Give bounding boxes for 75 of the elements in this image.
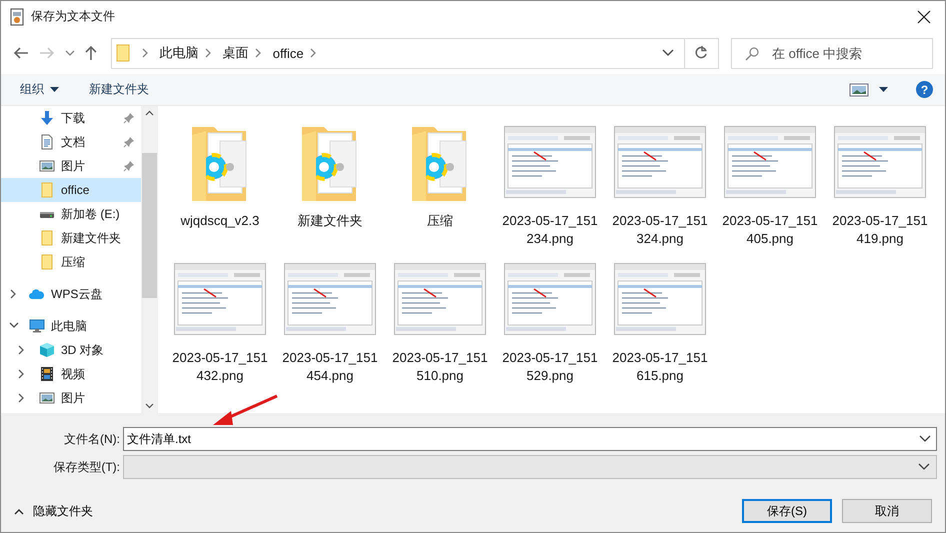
- new-folder-button[interactable]: 新建文件夹: [80, 77, 158, 102]
- navigation-item[interactable]: 文档: [1, 130, 141, 154]
- dropdown-chevron-icon: [918, 463, 930, 471]
- dialog-button[interactable]: 保存(S): [742, 499, 832, 523]
- recent-chevron-icon[interactable]: [64, 49, 75, 57]
- file-item[interactable]: 2023-05-17_151234.png: [495, 118, 605, 255]
- navigation-item[interactable]: 图片: [1, 386, 141, 410]
- folder-icon: [39, 254, 55, 270]
- file-item[interactable]: 2023-05-17_151454.png: [275, 255, 385, 392]
- help-icon[interactable]: ?: [916, 81, 933, 98]
- dropdown-chevron-icon[interactable]: [662, 49, 674, 57]
- up-arrow-icon[interactable]: [82, 45, 99, 61]
- navigation-item[interactable]: 下载: [1, 106, 141, 130]
- filename-field[interactable]: 文件清单.txt: [123, 427, 937, 451]
- file-item[interactable]: 压缩: [385, 118, 495, 255]
- window-title: 保存为文本文件: [31, 8, 116, 25]
- pin-icon[interactable]: [123, 136, 135, 148]
- picture-icon: [39, 390, 55, 406]
- folder-icon: [39, 182, 55, 198]
- caret-icon: [50, 86, 59, 92]
- scroll-up-icon[interactable]: [144, 110, 154, 116]
- navigation-item[interactable]: 图片: [1, 154, 141, 178]
- view-icon[interactable]: [849, 82, 869, 98]
- folder-icon: [116, 44, 130, 62]
- file-item[interactable]: wjqdscq_v2.3: [165, 118, 275, 255]
- monitor-icon: [29, 318, 45, 334]
- file-item[interactable]: 2023-05-17_151510.png: [385, 255, 495, 392]
- chevron-right-icon[interactable]: [308, 48, 317, 58]
- caret-icon[interactable]: [879, 86, 888, 92]
- file-item[interactable]: 2023-05-17_151432.png: [165, 255, 275, 392]
- navigation-item[interactable]: 此电脑: [1, 314, 141, 338]
- document-icon: [39, 134, 55, 150]
- search-field[interactable]: 在 office 中搜索: [730, 38, 933, 68]
- navigation-item[interactable]: office: [1, 178, 141, 202]
- dialog-button[interactable]: 取消: [842, 499, 932, 523]
- download-arrow-icon: [39, 110, 55, 126]
- breadcrumb[interactable]: 桌面: [222, 44, 249, 62]
- navigation-item[interactable]: 新加卷 (E:): [1, 202, 141, 226]
- dropdown-chevron-icon[interactable]: [919, 435, 931, 443]
- search-icon: [744, 46, 759, 60]
- navigation-item[interactable]: 视频: [1, 362, 141, 386]
- scrollbar[interactable]: [141, 106, 157, 413]
- navigation-item[interactable]: WPS云盘: [1, 282, 141, 306]
- chevron-right-icon[interactable]: [140, 48, 149, 58]
- close-icon[interactable]: [917, 10, 931, 24]
- address-bar[interactable]: 此电脑 桌面 office: [110, 38, 719, 68]
- folder-icon: [39, 230, 55, 246]
- file-item[interactable]: 2023-05-17_151324.png: [605, 118, 715, 255]
- pin-icon[interactable]: [123, 112, 135, 124]
- pin-icon[interactable]: [123, 160, 135, 172]
- chevron-right-icon[interactable]: [204, 48, 212, 58]
- file-item[interactable]: 2023-05-17_151405.png: [715, 118, 825, 255]
- field-label: 文件名(N):: [63, 430, 121, 448]
- file-item[interactable]: 新建文件夹: [275, 118, 385, 255]
- refresh-icon: [693, 45, 710, 61]
- notepad-icon: [10, 8, 24, 26]
- back-arrow-icon[interactable]: [13, 45, 29, 61]
- breadcrumb[interactable]: 此电脑: [160, 44, 199, 62]
- navigation-item[interactable]: 新建文件夹: [1, 226, 141, 250]
- navigation-item[interactable]: 压缩: [1, 250, 141, 274]
- navigation-item[interactable]: 3D 对象: [1, 338, 141, 362]
- scroll-down-icon[interactable]: [144, 403, 154, 409]
- chevron-up-icon: [14, 508, 24, 514]
- file-item[interactable]: 2023-05-17_151615.png: [605, 255, 715, 392]
- scrollbar-thumb[interactable]: [142, 153, 156, 298]
- field-label: 保存类型(T):: [52, 458, 121, 476]
- hide-folders-button[interactable]: 隐藏文件夹: [11, 500, 96, 522]
- breadcrumb[interactable]: office: [272, 46, 304, 60]
- file-item[interactable]: 2023-05-17_151419.png: [825, 118, 935, 255]
- cube-icon: [39, 342, 55, 358]
- picture-icon: [39, 158, 55, 174]
- organize-menu-button[interactable]: 组织: [11, 77, 68, 102]
- chevron-right-icon[interactable]: [254, 48, 262, 58]
- file-item[interactable]: 2023-05-17_151529.png: [495, 255, 605, 392]
- film-icon: [39, 366, 55, 382]
